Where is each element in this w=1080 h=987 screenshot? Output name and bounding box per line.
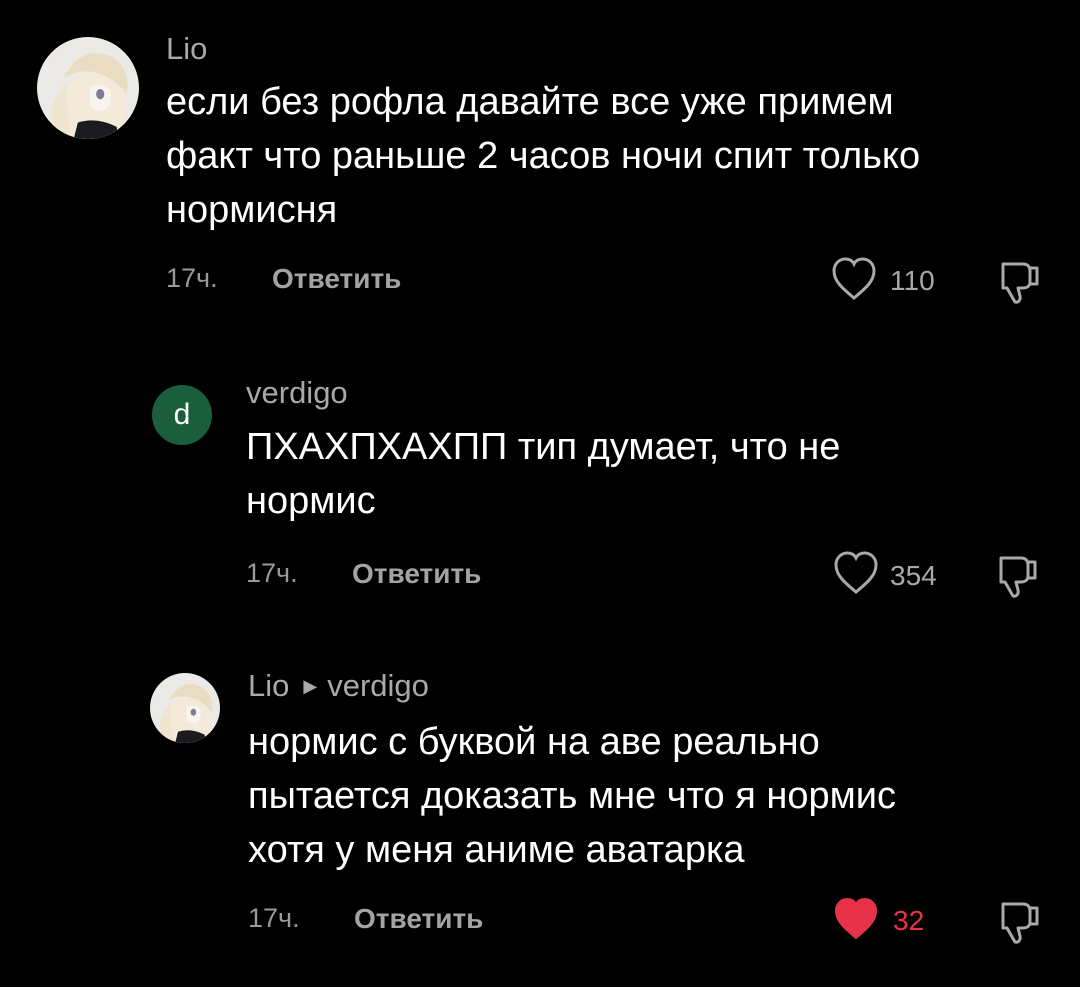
comment-text-line: нормис: [246, 480, 376, 522]
like-button[interactable]: [830, 256, 878, 302]
reply-button[interactable]: Ответить: [354, 905, 483, 933]
comment-text-line: факт что раньше 2 часов ночи спит только: [166, 135, 921, 177]
comment-timestamp: 17ч.: [248, 903, 300, 933]
like-count: 32: [893, 905, 925, 936]
dislike-button[interactable]: [997, 898, 1043, 946]
comment-text-line: нормис с буквой на аве реально: [248, 721, 820, 763]
like-button[interactable]: [832, 550, 880, 596]
anime-girl-avatar-icon: [150, 673, 220, 743]
comment-text: ПХАХПХАХПП тип думает, что не нормис: [246, 420, 840, 528]
dislike-button[interactable]: [995, 552, 1041, 600]
reply-to-author[interactable]: verdigo: [327, 668, 429, 703]
comment-timestamp: 17ч.: [246, 558, 298, 588]
reply-button[interactable]: Ответить: [352, 560, 481, 588]
anime-girl-avatar-icon: [37, 37, 139, 139]
comment-author[interactable]: Lio: [248, 668, 289, 703]
comment-timestamp: 17ч.: [166, 263, 218, 293]
thumbs-down-icon: [1001, 262, 1039, 304]
heart-icon: [834, 551, 878, 594]
comment-3: Lio ▶ verdigo нормис с буквой на аве реаль…: [0, 640, 1080, 987]
dislike-button[interactable]: [997, 258, 1043, 306]
comment-author[interactable]: verdigo: [246, 377, 348, 408]
comment-author-line: Lio ▶ verdigo: [248, 670, 429, 701]
comment-text-line: ПХАХПХАХПП тип думает, что не: [246, 426, 841, 468]
heart-icon: [832, 257, 876, 300]
comment-text: нормис с буквой на аве реально пытается …: [248, 715, 896, 877]
reply-arrow-icon: ▶: [303, 676, 318, 696]
like-button[interactable]: [832, 896, 880, 942]
comment-1: Lio если без рофла давайте все уже приме…: [0, 0, 1080, 330]
comment-text-line: нормисня: [166, 189, 338, 231]
comment-text-line: если без рофла давайте все уже примем: [166, 81, 894, 123]
avatar[interactable]: d: [152, 385, 212, 445]
comment-2: d verdigo ПХАХПХАХПП тип думает, что не …: [0, 330, 1080, 640]
reply-button[interactable]: Ответить: [272, 265, 401, 293]
comment-author[interactable]: Lio: [166, 33, 207, 64]
like-count: 354: [890, 560, 937, 591]
comment-text: если без рофла давайте все уже примем фа…: [166, 75, 920, 237]
comment-text-line: пытается доказать мне что я нормис: [248, 775, 896, 817]
avatar[interactable]: [150, 673, 220, 743]
avatar[interactable]: [37, 37, 139, 139]
comments-page: Lio если без рофла давайте все уже приме…: [0, 0, 1080, 987]
heart-filled-icon: [834, 897, 878, 940]
thumbs-down-icon: [999, 556, 1037, 598]
like-count: 110: [890, 265, 935, 296]
avatar-letter: d: [173, 398, 191, 431]
comment-text-line: хотя у меня аниме аватарка: [248, 829, 745, 871]
thumbs-down-icon: [1001, 902, 1039, 944]
